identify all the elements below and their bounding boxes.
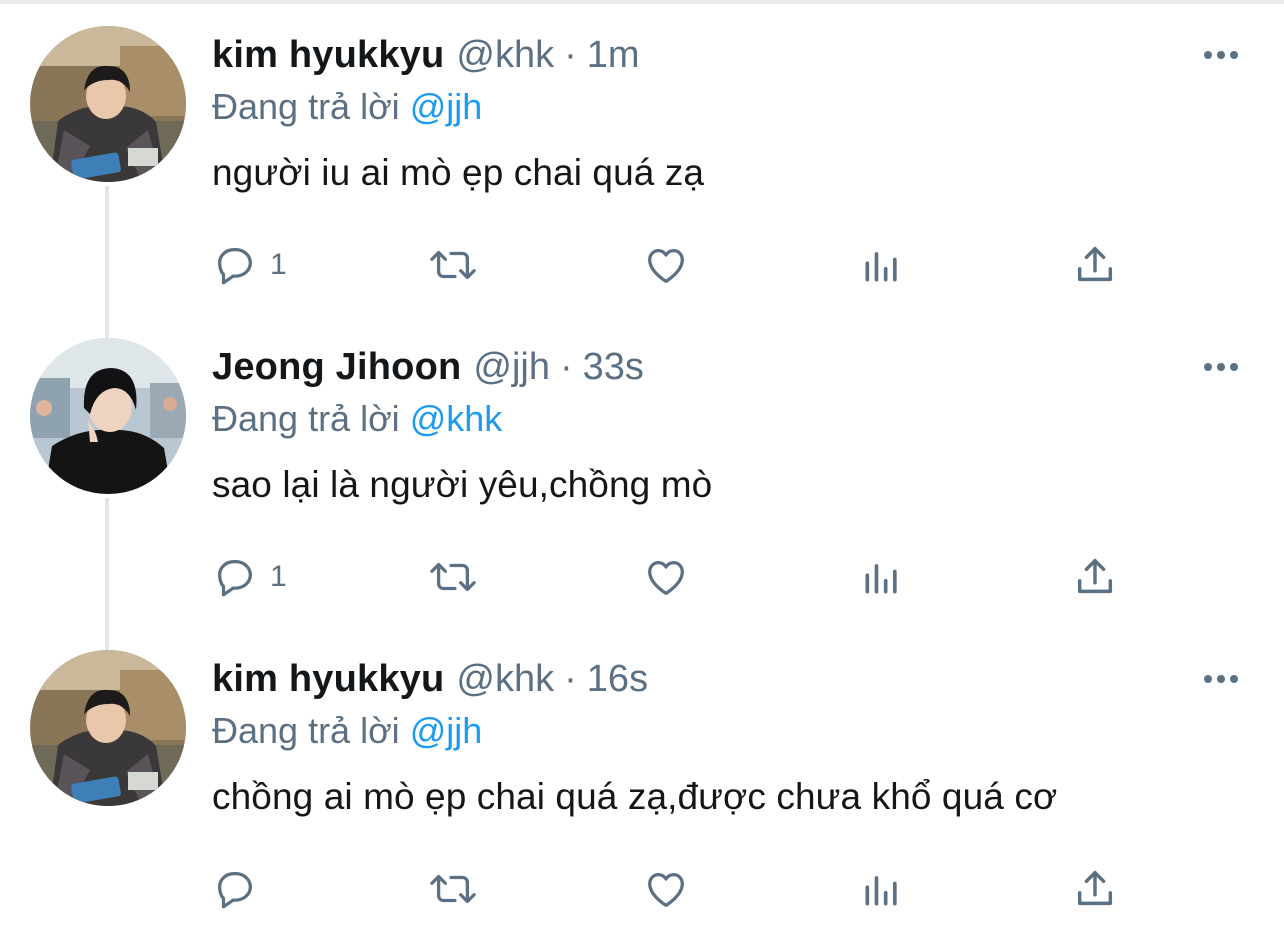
separator-dot: · [560, 345, 573, 388]
reply-mention-link[interactable]: @jjh [410, 86, 483, 127]
more-icon [1204, 675, 1212, 683]
more-icon-dot [1217, 363, 1225, 371]
more-icon [1204, 51, 1212, 59]
replying-prefix: Đang trả lời [212, 710, 400, 751]
more-options-button[interactable] [1196, 38, 1246, 72]
tweet-header: Jeong Jihoon @jjh · 33s [212, 344, 644, 390]
reply-count: 1 [270, 560, 287, 593]
tweet-actions [212, 864, 1132, 914]
more-icon-dot [1230, 675, 1238, 683]
more-icon-dot [1230, 51, 1238, 59]
tweet-header: kim hyukkyu @khk · 16s [212, 656, 648, 702]
analytics-icon [865, 876, 897, 906]
reply-button[interactable]: 1 [212, 552, 287, 602]
tweet[interactable]: kim hyukkyu @khk · 16s Đang trả lời @jjh… [0, 624, 1284, 936]
retweet-icon [430, 874, 476, 904]
user-handle[interactable]: @khk [456, 658, 554, 701]
reply-icon [218, 560, 252, 597]
like-icon [648, 248, 684, 283]
replying-prefix: Đang trả lời [212, 398, 400, 439]
analytics-button[interactable] [860, 552, 904, 602]
share-icon [1077, 246, 1113, 282]
timestamp[interactable]: 16s [587, 658, 648, 701]
share-icon [1077, 558, 1113, 594]
share-button[interactable] [1072, 552, 1118, 602]
timestamp[interactable]: 1m [587, 34, 640, 77]
more-icon-dot [1230, 363, 1238, 371]
analytics-button[interactable] [860, 240, 904, 290]
display-name[interactable]: kim hyukkyu [212, 658, 444, 701]
replying-to: Đang trả lời @khk [212, 398, 502, 440]
analytics-icon [865, 252, 897, 282]
reply-mention-link[interactable]: @khk [410, 398, 503, 439]
avatar-photo-icon [30, 26, 186, 182]
like-button[interactable] [642, 864, 690, 914]
more-icon-dot [1217, 51, 1225, 59]
reply-icon [218, 872, 252, 909]
timestamp[interactable]: 33s [583, 346, 644, 389]
more-icon-dot [1217, 675, 1225, 683]
tweet-text: người iu ai mò ẹp chai quá zạ [212, 152, 705, 193]
tweet-text: chồng ai mò ẹp chai quá zạ,được chưa khổ… [212, 776, 1058, 817]
reply-button[interactable]: 1 [212, 240, 287, 290]
avatar[interactable] [30, 338, 186, 494]
avatar[interactable] [30, 26, 186, 182]
avatar[interactable] [30, 650, 186, 806]
replying-to: Đang trả lời @jjh [212, 710, 482, 752]
like-button[interactable] [642, 552, 690, 602]
replying-prefix: Đang trả lời [212, 86, 400, 127]
share-button[interactable] [1072, 240, 1118, 290]
reply-icon [218, 248, 252, 285]
avatar-photo-icon [30, 338, 186, 494]
reply-count: 1 [270, 248, 287, 281]
replying-to: Đang trả lời @jjh [212, 86, 482, 128]
like-icon [648, 560, 684, 595]
user-handle[interactable]: @jjh [473, 346, 550, 389]
separator-dot: · [564, 33, 577, 76]
retweet-icon [430, 250, 476, 280]
tweet-header: kim hyukkyu @khk · 1m [212, 32, 640, 78]
tweet[interactable]: kim hyukkyu @khk · 1m Đang trả lời @jjh … [0, 0, 1284, 312]
user-handle[interactable]: @khk [456, 34, 554, 77]
tweet-text: sao lại là người yêu,chồng mò [212, 464, 713, 505]
display-name[interactable]: kim hyukkyu [212, 34, 444, 77]
more-options-button[interactable] [1196, 662, 1246, 696]
more-icon [1204, 363, 1212, 371]
like-button[interactable] [642, 240, 690, 290]
tweet-actions: 1 [212, 552, 1132, 602]
retweet-icon [430, 562, 476, 592]
tweet-actions: 1 [212, 240, 1132, 290]
share-icon [1077, 870, 1113, 906]
separator-dot: · [564, 657, 577, 700]
reply-mention-link[interactable]: @jjh [410, 710, 483, 751]
analytics-icon [865, 564, 897, 594]
retweet-button[interactable] [426, 552, 480, 602]
reply-button[interactable] [212, 864, 270, 914]
more-options-button[interactable] [1196, 350, 1246, 384]
share-button[interactable] [1072, 864, 1118, 914]
avatar-photo-icon [30, 650, 186, 806]
tweet[interactable]: Jeong Jihoon @jjh · 33s Đang trả lời @kh… [0, 312, 1284, 624]
retweet-button[interactable] [426, 240, 480, 290]
retweet-button[interactable] [426, 864, 480, 914]
display-name[interactable]: Jeong Jihoon [212, 346, 461, 389]
like-icon [648, 872, 684, 907]
analytics-button[interactable] [860, 864, 904, 914]
